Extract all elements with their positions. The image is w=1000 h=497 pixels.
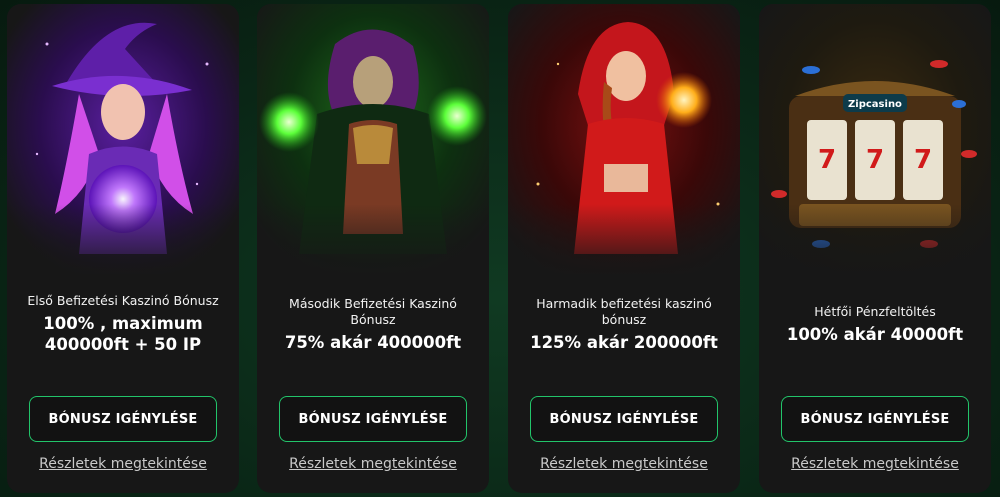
reel-seven: 7: [914, 145, 932, 175]
bonus-subtitle: Második Befizetési Kaszinó Bónusz: [289, 295, 457, 327]
zipcasino-logo-text: Zipcasino: [848, 99, 902, 110]
reel-seven: 7: [818, 145, 836, 175]
bonus-subtitle: Hétfői Pénzfeltöltés: [814, 303, 936, 319]
bonus-card-second-deposit: Második Befizetési Kaszinó Bónusz 75% ak…: [257, 4, 489, 493]
bonus-card-monday-reload: Zipcasino 7 7 7 Hétfői Pénzfeltöltés 100…: [759, 4, 991, 493]
view-details-link[interactable]: Részletek megtekintése: [508, 456, 740, 472]
claim-bonus-button[interactable]: BÓNUSZ IGÉNYLÉSE: [530, 396, 718, 442]
bonus-card-third-deposit: Harmadik befizetési kaszinó bónusz 125% …: [508, 4, 740, 493]
reel-seven: 7: [866, 145, 884, 175]
bonus-headline: 75% akár 400000ft: [284, 332, 462, 352]
promotions-row: Első Befizetési Kaszinó Bónusz 100% , ma…: [0, 0, 1000, 497]
view-details-link[interactable]: Részletek megtekintése: [257, 456, 489, 472]
view-details-link[interactable]: Részletek megtekintése: [7, 456, 239, 472]
claim-bonus-button[interactable]: BÓNUSZ IGÉNYLÉSE: [781, 396, 969, 442]
bonus-headline: 100% akár 40000ft: [786, 324, 964, 344]
bonus-subtitle: Első Befizetési Kaszinó Bónusz: [27, 293, 219, 308]
bonus-headline: 125% akár 200000ft: [530, 332, 718, 352]
bonus-subtitle: Harmadik befizetési kaszinó bónusz: [536, 295, 712, 327]
bonus-headline: 100% , maximum 400000ft + 50 IP: [43, 314, 203, 354]
bonus-card-text: Hétfői Pénzfeltöltés 100% akár 40000ft: [759, 274, 991, 374]
bonus-card-first-deposit: Első Befizetési Kaszinó Bónusz 100% , ma…: [7, 4, 239, 493]
bonus-card-text: Második Befizetési Kaszinó Bónusz 75% ak…: [257, 274, 489, 374]
bonus-card-text: Első Befizetési Kaszinó Bónusz 100% , ma…: [7, 274, 239, 374]
claim-bonus-button[interactable]: BÓNUSZ IGÉNYLÉSE: [29, 396, 217, 442]
view-details-link[interactable]: Részletek megtekintése: [759, 456, 991, 472]
claim-bonus-button[interactable]: BÓNUSZ IGÉNYLÉSE: [279, 396, 467, 442]
bonus-card-text: Harmadik befizetési kaszinó bónusz 125% …: [508, 274, 740, 374]
